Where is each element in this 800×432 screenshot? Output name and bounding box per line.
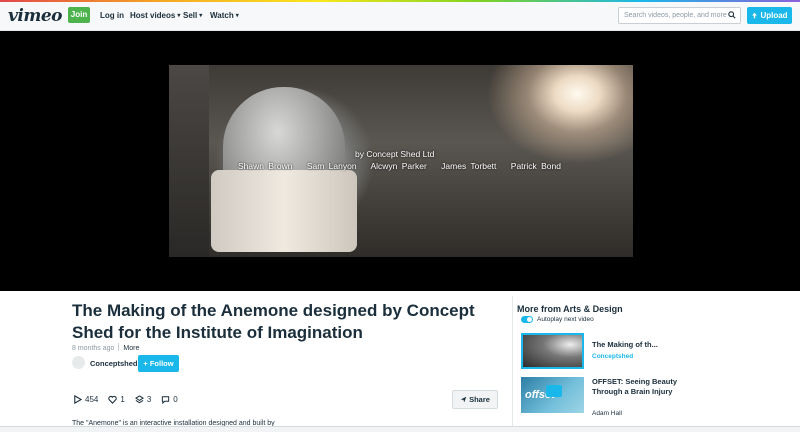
upload-age: 8 months ago (72, 345, 115, 352)
upload-label: Upload (760, 11, 788, 20)
base-image-area (211, 170, 357, 252)
credit-line: by Concept Shed Ltd (355, 149, 435, 159)
more-link[interactable]: More (123, 345, 139, 352)
avatar[interactable] (72, 356, 85, 369)
bottom-bar (0, 426, 800, 432)
layers-icon (134, 395, 144, 404)
nav-label: Sell (183, 11, 198, 20)
nav-label: Watch (210, 11, 234, 20)
video-thumbnail[interactable] (521, 333, 584, 369)
divider (118, 343, 120, 351)
comments-stat[interactable]: 0 (161, 395, 178, 404)
heart-icon (108, 395, 118, 404)
collections-count: 3 (146, 395, 152, 404)
credit-name: Shawn Brown (238, 161, 293, 171)
related-video-author[interactable]: Adam Hall (592, 410, 622, 417)
credit-name: Patrick Bond (510, 161, 561, 171)
join-button[interactable]: Join (68, 7, 90, 23)
related-video-author[interactable]: Conceptshed (592, 353, 633, 360)
nav-watch[interactable]: Watch ▾ (210, 11, 239, 20)
nav-host-videos[interactable]: Host videos ▾ (130, 11, 180, 20)
play-icon (74, 395, 82, 404)
related-video-title[interactable]: OFFSET: Seeing Beauty Through a Brain In… (592, 377, 692, 397)
comment-icon (162, 396, 170, 404)
credit-name: Sam Lanyon (306, 161, 357, 171)
vimeo-logo[interactable]: vimeo (8, 6, 62, 26)
search-icon[interactable] (728, 11, 736, 19)
nav-sell[interactable]: Sell ▾ (183, 11, 202, 20)
channel-name[interactable]: Conceptshed (90, 359, 138, 368)
plays-count: 454 (85, 395, 99, 404)
sidebar-title: More from Arts & Design (517, 304, 623, 314)
upload-icon (752, 12, 758, 18)
sidebar-divider (512, 296, 513, 432)
autoplay-label: Autoplay next video (537, 316, 594, 323)
credit-names: Shawn Brown Sam Lanyon Alcwyn Parker Jam… (238, 161, 571, 171)
chevron-down-icon: ▾ (199, 13, 203, 19)
nav-label: Host videos (130, 11, 176, 20)
video-meta: 8 months ago More (72, 343, 139, 352)
plays-stat: 454 (73, 395, 98, 404)
nav-log-in[interactable]: Log in (100, 11, 124, 20)
shelf-image-area (169, 65, 209, 257)
upload-button[interactable]: Upload (747, 7, 792, 24)
share-label: Share (469, 395, 490, 404)
nav-label: Log in (100, 11, 124, 20)
credit-name: James Torbett (441, 161, 497, 171)
search-input[interactable]: Search videos, people, and more (618, 7, 741, 24)
credit-name: Alcwyn Parker (370, 161, 427, 171)
chevron-down-icon: ▾ (235, 13, 239, 19)
share-button[interactable]: Share (452, 390, 498, 409)
rainbow-stripe (0, 0, 800, 2)
likes-count: 1 (120, 395, 125, 404)
video-stats: 454 1 3 0 (73, 395, 178, 404)
collections-stat[interactable]: 3 (134, 395, 152, 404)
play-icon (546, 385, 562, 397)
likes-stat[interactable]: 1 (108, 395, 125, 404)
video-player[interactable]: by Concept Shed Ltd Shawn Brown Sam Lany… (0, 31, 800, 291)
comments-count: 0 (173, 395, 178, 404)
video-thumbnail[interactable]: offset (521, 377, 584, 413)
video-title: The Making of the Anemone designed by Co… (72, 301, 475, 342)
share-icon (460, 396, 467, 402)
related-video-title[interactable]: The Making of th... (592, 340, 692, 350)
chevron-down-icon: ▾ (177, 13, 181, 19)
search-placeholder: Search videos, people, and more (624, 12, 727, 19)
follow-button[interactable]: + Follow (138, 355, 179, 372)
autoplay-toggle[interactable] (521, 316, 533, 323)
top-navigation-bar: vimeo Join Log in Host videos ▾ Sell ▾ Wat… (0, 0, 800, 31)
